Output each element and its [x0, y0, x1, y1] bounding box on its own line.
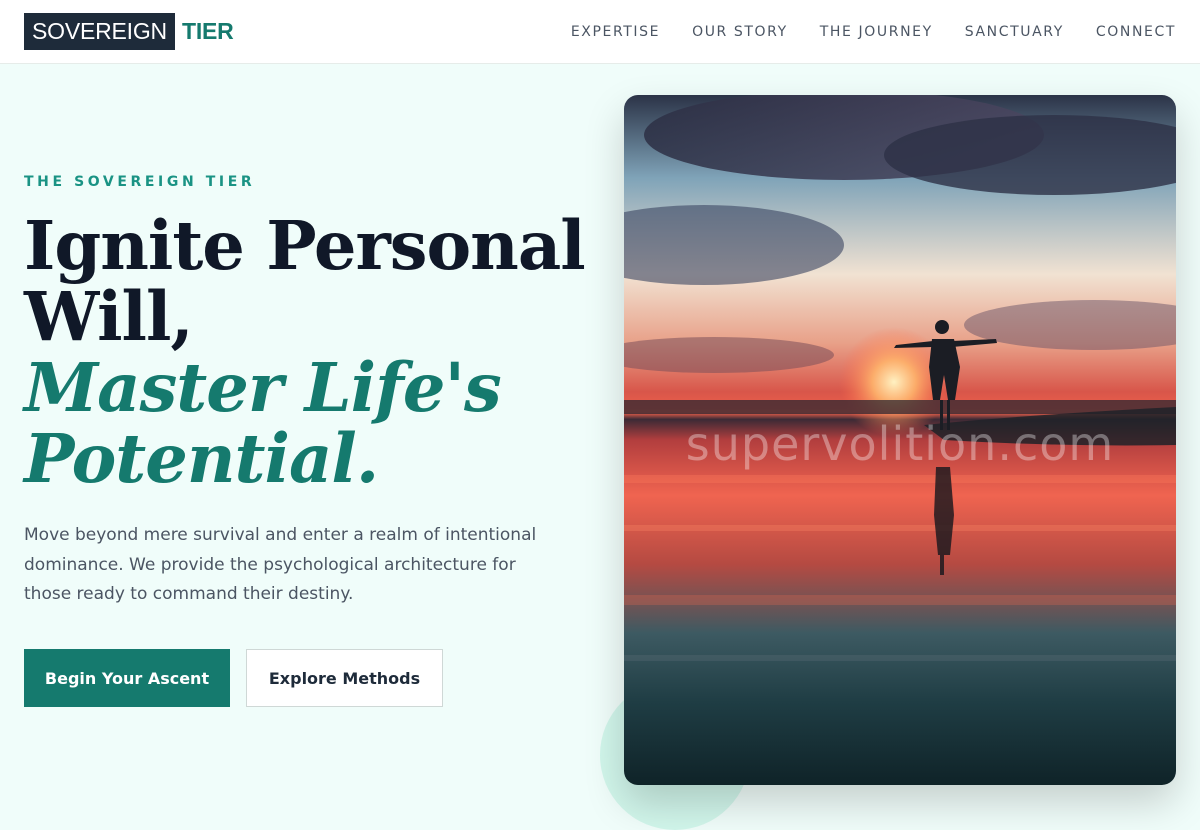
logo[interactable]: SOVEREIGN TIER — [24, 13, 234, 50]
hero-headline: Ignite Personal Will, Master Life's Pote… — [24, 206, 586, 498]
headline-line-2: Will, — [24, 277, 194, 356]
nav-connect[interactable]: CONNECT — [1096, 24, 1176, 40]
site-header: SOVEREIGN TIER EXPERTISE OUR STORY THE J… — [0, 0, 1200, 64]
headline-accent-line-1: Master Life's — [24, 348, 502, 427]
nav-the-journey[interactable]: THE JOURNEY — [820, 24, 933, 40]
hero-lead: Move beyond mere survival and enter a re… — [24, 525, 537, 604]
hero-eyebrow: THE SOVEREIGN TIER — [24, 174, 256, 190]
headline-line-1: Ignite Personal — [24, 206, 586, 285]
logo-accent: TIER — [181, 18, 234, 44]
nav-expertise[interactable]: EXPERTISE — [571, 24, 660, 40]
headline-accent-line-2: Potential. — [24, 419, 379, 498]
begin-ascent-button[interactable]: Begin Your Ascent — [24, 649, 230, 707]
nav-our-story[interactable]: OUR STORY — [692, 24, 788, 40]
image-watermark: supervolition.com — [685, 417, 1115, 471]
main-nav: EXPERTISE OUR STORY THE JOURNEY SANCTUAR… — [571, 0, 1176, 64]
hero-image: supervolition.com — [624, 95, 1176, 785]
nav-sanctuary[interactable]: SANCTUARY — [965, 24, 1064, 40]
explore-methods-button[interactable]: Explore Methods — [246, 649, 443, 707]
logo-primary: SOVEREIGN — [24, 13, 175, 50]
